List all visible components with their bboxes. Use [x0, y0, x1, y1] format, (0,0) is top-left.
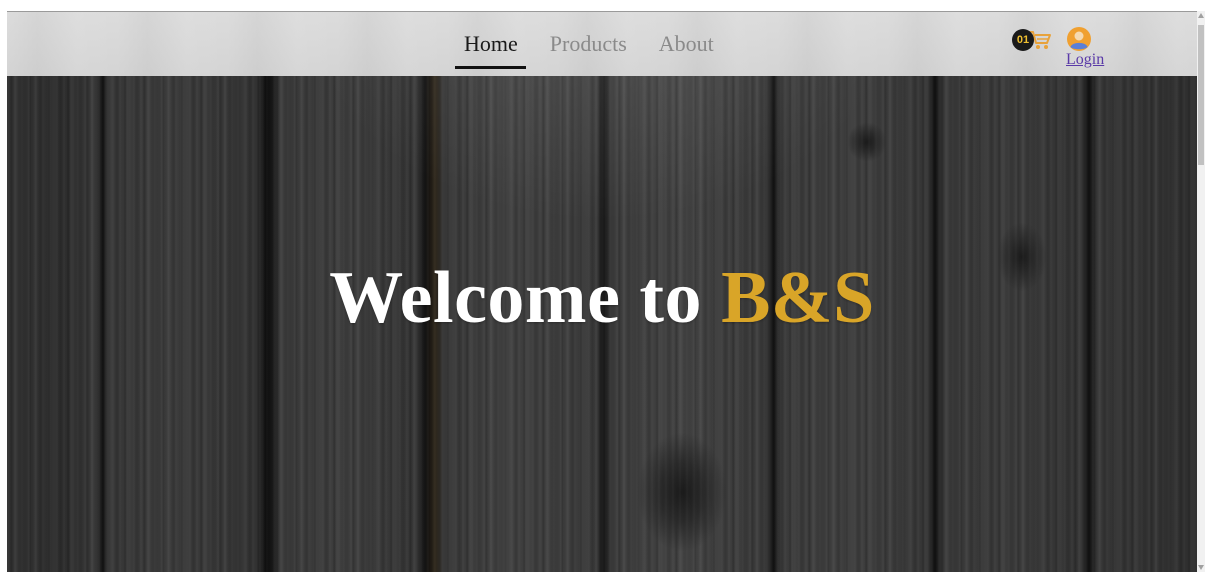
- user-avatar-icon: [1067, 27, 1091, 51]
- scroll-up-arrow-icon[interactable]: [1198, 13, 1204, 18]
- nav-about[interactable]: About: [659, 30, 714, 58]
- login-link[interactable]: Login: [1066, 51, 1104, 69]
- nav-products[interactable]: Products: [550, 30, 627, 58]
- cart-count-badge: 01: [1012, 29, 1034, 51]
- hero-headline: Welcome to B&S: [7, 256, 1197, 340]
- vertical-scrollbar[interactable]: [1197, 11, 1205, 572]
- wood-knot: [637, 432, 727, 552]
- headline-brand: B&S: [721, 257, 875, 339]
- wood-knot: [847, 122, 887, 162]
- headline-prefix: Welcome to: [329, 257, 722, 339]
- scroll-down-arrow-icon[interactable]: [1198, 565, 1204, 570]
- user-account[interactable]: Login: [1066, 27, 1108, 71]
- scroll-thumb[interactable]: [1198, 25, 1204, 165]
- cart-button[interactable]: 01: [1012, 29, 1052, 53]
- page-viewport: Home Products About 01 Login Welcome to …: [7, 11, 1197, 572]
- nav-home[interactable]: Home: [455, 30, 526, 69]
- top-navbar: Home Products About 01 Login: [7, 12, 1197, 76]
- nav-links: Home Products About: [455, 30, 746, 69]
